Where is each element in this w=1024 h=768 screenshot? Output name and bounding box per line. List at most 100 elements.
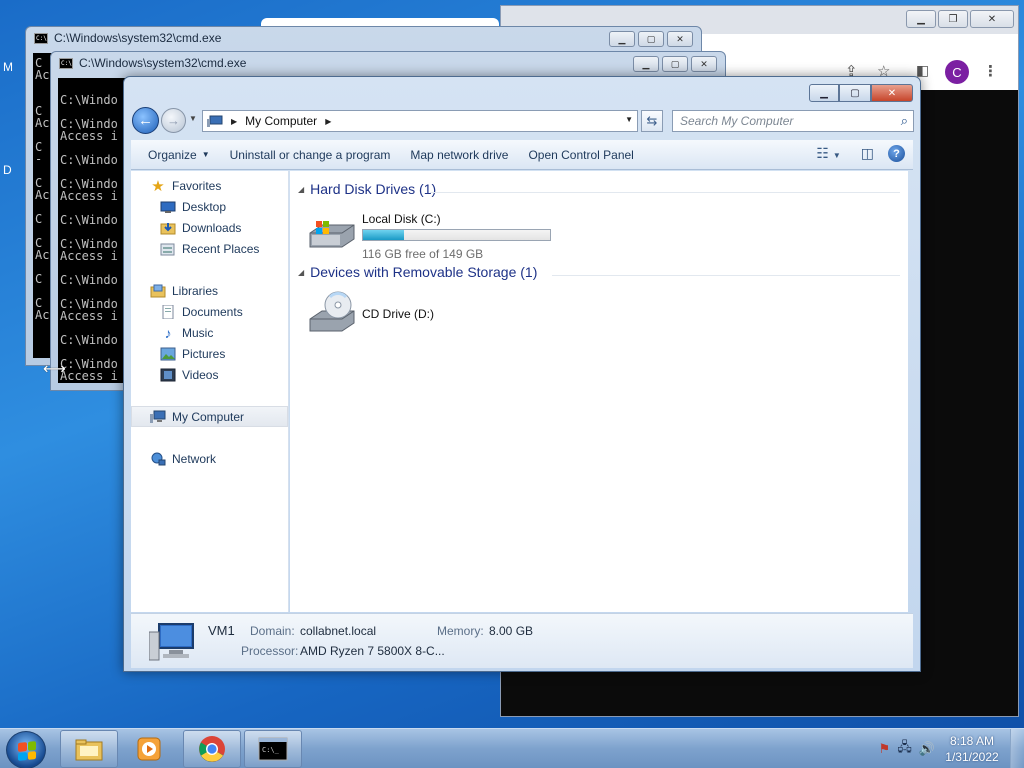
breadcrumb-arrow-icon[interactable]: ▶: [231, 117, 237, 126]
collapse-triangle-icon[interactable]: ◢: [298, 185, 304, 194]
minimize-button[interactable]: ▁: [809, 84, 839, 102]
clock-date: 1/31/2022: [945, 750, 999, 764]
nav-documents[interactable]: Documents: [131, 301, 288, 322]
preview-pane-icon[interactable]: ◫: [861, 145, 874, 162]
nav-network[interactable]: Network: [131, 448, 288, 469]
group-header-removable-storage[interactable]: ◢ Devices with Removable Storage (1): [298, 264, 537, 280]
group-header-hard-disk-drives[interactable]: ◢ Hard Disk Drives (1): [298, 181, 436, 197]
nav-my-computer[interactable]: My Computer: [131, 406, 288, 427]
svg-text:C:\_: C:\_: [262, 746, 280, 754]
taskbar-cmd-button[interactable]: C:\_: [244, 730, 302, 768]
close-button[interactable]: ✕: [667, 31, 693, 47]
memory-label: Memory:: [437, 624, 484, 638]
computer-icon: [149, 623, 194, 661]
group-divider: [552, 275, 900, 276]
forward-button[interactable]: →: [161, 108, 186, 133]
computer-icon: [150, 410, 166, 424]
group-label: Hard Disk Drives (1): [310, 181, 437, 197]
taskbar-chrome-button[interactable]: [183, 730, 241, 768]
map-network-drive-button[interactable]: Map network drive: [400, 140, 518, 169]
taskbar-explorer-button[interactable]: [60, 730, 118, 768]
taskbar: C:\_ ⚑ 🖧 🔊 8:18 AM 1/31/2022: [0, 728, 1024, 768]
windows-flag-icon: [18, 741, 36, 761]
system-tray: ⚑ 🖧 🔊 8:18 AM 1/31/2022: [879, 729, 1024, 768]
open-control-panel-button[interactable]: Open Control Panel: [518, 140, 643, 169]
recent-pages-dropdown-icon[interactable]: ▼: [189, 114, 197, 123]
nav-libraries[interactable]: Libraries: [131, 280, 288, 301]
restore-button[interactable]: ❐: [938, 10, 968, 28]
chevron-down-icon: ▼: [201, 150, 210, 159]
organize-label: Organize: [148, 147, 197, 162]
view-controls: ☷ ▼ ◫ ?: [816, 145, 905, 162]
cmd-icon: C:\: [59, 57, 73, 69]
search-icon[interactable]: ⌕: [901, 113, 908, 129]
help-icon[interactable]: ?: [888, 145, 905, 162]
search-input[interactable]: Search My Computer ⌕: [672, 110, 914, 132]
nav-music[interactable]: ♪ Music: [131, 322, 288, 343]
nav-label: Recent Places: [182, 241, 260, 256]
volume-icon[interactable]: 🔊: [919, 741, 935, 757]
libraries-icon: [150, 284, 166, 298]
drive-name: CD Drive (D:): [362, 307, 434, 321]
nav-label: Network: [172, 451, 217, 466]
collapse-triangle-icon[interactable]: ◢: [298, 268, 304, 277]
uninstall-program-button[interactable]: Uninstall or change a program: [220, 140, 401, 169]
action-center-flag-icon[interactable]: ⚑: [879, 741, 891, 757]
close-button[interactable]: ✕: [871, 84, 913, 102]
nav-pictures[interactable]: Pictures: [131, 343, 288, 364]
cmd-window-controls: ▁ ▢ ✕: [633, 56, 717, 72]
drive-free-space: 116 GB free of 149 GB: [362, 247, 484, 261]
taskbar-media-player-button[interactable]: [120, 730, 178, 768]
start-button[interactable]: [6, 731, 46, 768]
breadcrumb-arrow-icon[interactable]: ▶: [325, 117, 331, 126]
drive-usage-bar: [362, 229, 551, 241]
nav-desktop[interactable]: Desktop: [131, 196, 288, 217]
chrome-icon: [199, 736, 225, 762]
back-button[interactable]: ←: [132, 107, 159, 134]
window-controls: ▁ ▢ ✕: [809, 84, 913, 102]
close-button[interactable]: ✕: [970, 10, 1014, 28]
network-tray-icon[interactable]: 🖧: [897, 738, 912, 760]
minimize-button[interactable]: ▁: [906, 10, 936, 28]
nav-favorites[interactable]: ★ Favorites: [131, 175, 288, 196]
cmd-title-bar: C:\ C:\Windows\system32\cmd.exe: [34, 31, 221, 45]
breadcrumb-my-computer[interactable]: My Computer: [245, 114, 317, 128]
address-dropdown-icon[interactable]: ▼: [625, 115, 633, 124]
show-desktop-button[interactable]: [1010, 729, 1024, 768]
organize-button[interactable]: Organize ▼: [131, 140, 220, 169]
command-bar: Organize ▼ Uninstall or change a program …: [131, 140, 913, 170]
nav-label: Videos: [182, 367, 219, 382]
refresh-button[interactable]: ⇆: [641, 110, 663, 132]
cd-drive-icon: [309, 291, 355, 332]
drive-item-d[interactable]: CD Drive (D:): [302, 289, 502, 339]
change-view-icon[interactable]: ☷ ▼: [816, 145, 840, 162]
drive-name: Local Disk (C:): [362, 212, 441, 226]
desktop-icon: [160, 200, 176, 214]
minimize-button[interactable]: ▁: [609, 31, 635, 47]
content-pane: ◢ Hard Disk Drives (1) Local Disk (C:) 1…: [290, 171, 908, 612]
maximize-button[interactable]: ▢: [662, 56, 688, 72]
address-bar[interactable]: ▶ My Computer ▶ ▼: [202, 110, 638, 132]
close-button[interactable]: ✕: [691, 56, 717, 72]
recent-places-icon: [160, 242, 176, 256]
pictures-icon: [160, 347, 176, 361]
drive-usage-fill: [363, 230, 405, 240]
nav-videos[interactable]: Videos: [131, 364, 288, 385]
nav-downloads[interactable]: Downloads: [131, 217, 288, 238]
videos-icon: [160, 368, 176, 382]
minimize-button[interactable]: ▁: [633, 56, 659, 72]
profile-avatar[interactable]: C: [945, 60, 969, 84]
cmd-icon: C:\_: [258, 737, 288, 761]
nav-recent-places[interactable]: Recent Places: [131, 238, 288, 259]
hard-drive-icon: [309, 221, 355, 248]
processor-label: Processor:: [241, 644, 299, 658]
drive-item-c[interactable]: Local Disk (C:) 116 GB free of 149 GB: [302, 209, 562, 261]
maximize-button[interactable]: ▢: [638, 31, 664, 47]
domain-value: collabnet.local: [300, 624, 377, 638]
nav-label: Music: [182, 325, 214, 340]
maximize-button[interactable]: ▢: [839, 84, 871, 102]
menu-kebab-icon[interactable]: ⋮: [983, 62, 998, 80]
resize-cursor-icon: ⟷: [43, 361, 66, 378]
clock[interactable]: 8:18 AM 1/31/2022: [942, 733, 1002, 765]
explorer-window[interactable]: ▁ ▢ ✕ ← → ▼ ▶ My Computer ▶ ▼ ⇆ Search M…: [123, 76, 921, 672]
